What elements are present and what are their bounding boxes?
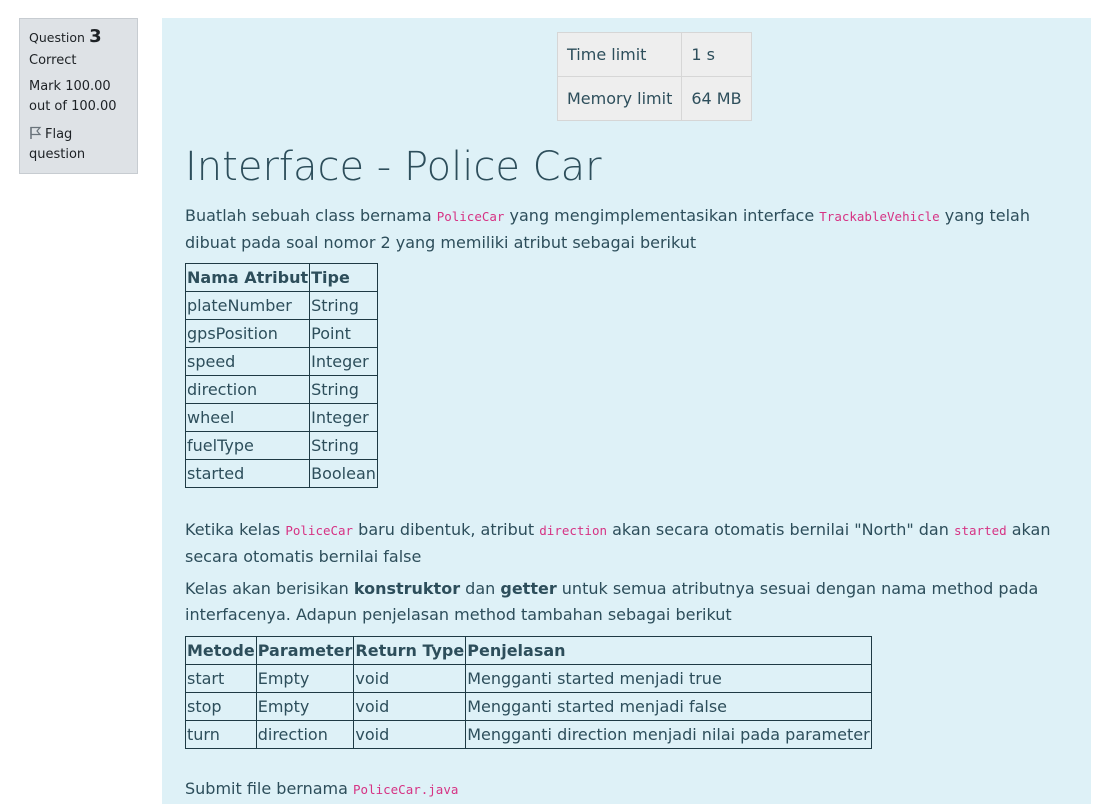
question-state: Correct <box>29 53 77 68</box>
submit-instruction: Submit file bernama PoliceCar.java <box>185 779 459 798</box>
table-row: stop Empty void Mengganti started menjadi f… <box>185 692 872 721</box>
attributes-table: Nama Atribut Tipe plateNumber String gpsP… <box>184 263 378 488</box>
column-header: Nama Atribut <box>184 263 311 292</box>
limit-name: Memory limit <box>556 76 683 121</box>
column-header: Tipe <box>309 263 378 292</box>
methods-table: Metode Parameter Return Type Penjelasan … <box>185 636 872 749</box>
question-number: Question 3 <box>29 26 102 47</box>
table-row: fuelType String <box>184 431 378 460</box>
question-info-panel: Question 3 Correct Mark 100.00 out of 10… <box>19 18 138 174</box>
limit-value: 64 MB <box>681 76 752 121</box>
table-row: gpsPosition Point <box>184 319 378 348</box>
interface-name-code: TrackableVehicle <box>819 209 940 224</box>
limits-table: Time limit 1 s Memory limit 64 MB <box>556 32 752 121</box>
question-content: Time limit 1 s Memory limit 64 MB Interf… <box>162 18 1091 804</box>
intro-paragraph: Buatlah sebuah class bernama PoliceCar y… <box>185 206 1030 252</box>
problem-title: Interface - Police Car <box>185 144 602 190</box>
limit-value: 1 s <box>681 32 752 77</box>
table-row: started Boolean <box>184 459 378 488</box>
table-row: plateNumber String <box>184 291 378 320</box>
flag-icon <box>30 126 42 139</box>
limits-row: Memory limit 64 MB <box>556 76 752 121</box>
table-row: wheel Integer <box>184 403 378 432</box>
table-row: turn direction void Mengganti direction men… <box>185 720 872 749</box>
table-header-row: Nama Atribut Tipe <box>184 263 378 292</box>
flag-question-link[interactable]: Flag question <box>29 125 129 165</box>
table-row: direction String <box>184 375 378 404</box>
column-header: Metode <box>185 636 257 665</box>
methods-intro-paragraph: Kelas akan berisikan konstruktor dan get… <box>185 579 1039 624</box>
column-header: Parameter <box>255 636 355 665</box>
column-header: Penjelasan <box>465 636 872 665</box>
default-values-paragraph: Ketika kelas PoliceCar baru dibentuk, at… <box>185 520 1051 566</box>
file-name-code: PoliceCar.java <box>353 782 459 797</box>
table-header-row: Metode Parameter Return Type Penjelasan <box>185 636 872 665</box>
table-row: speed Integer <box>184 347 378 376</box>
limit-name: Time limit <box>556 32 683 77</box>
question-grade: Mark 100.00 out of 100.00 <box>29 79 117 114</box>
table-row: start Empty void Mengganti started menjadi … <box>185 664 872 693</box>
limits-row: Time limit 1 s <box>556 32 752 77</box>
column-header: Return Type <box>353 636 467 665</box>
class-name-code: PoliceCar <box>436 209 505 224</box>
